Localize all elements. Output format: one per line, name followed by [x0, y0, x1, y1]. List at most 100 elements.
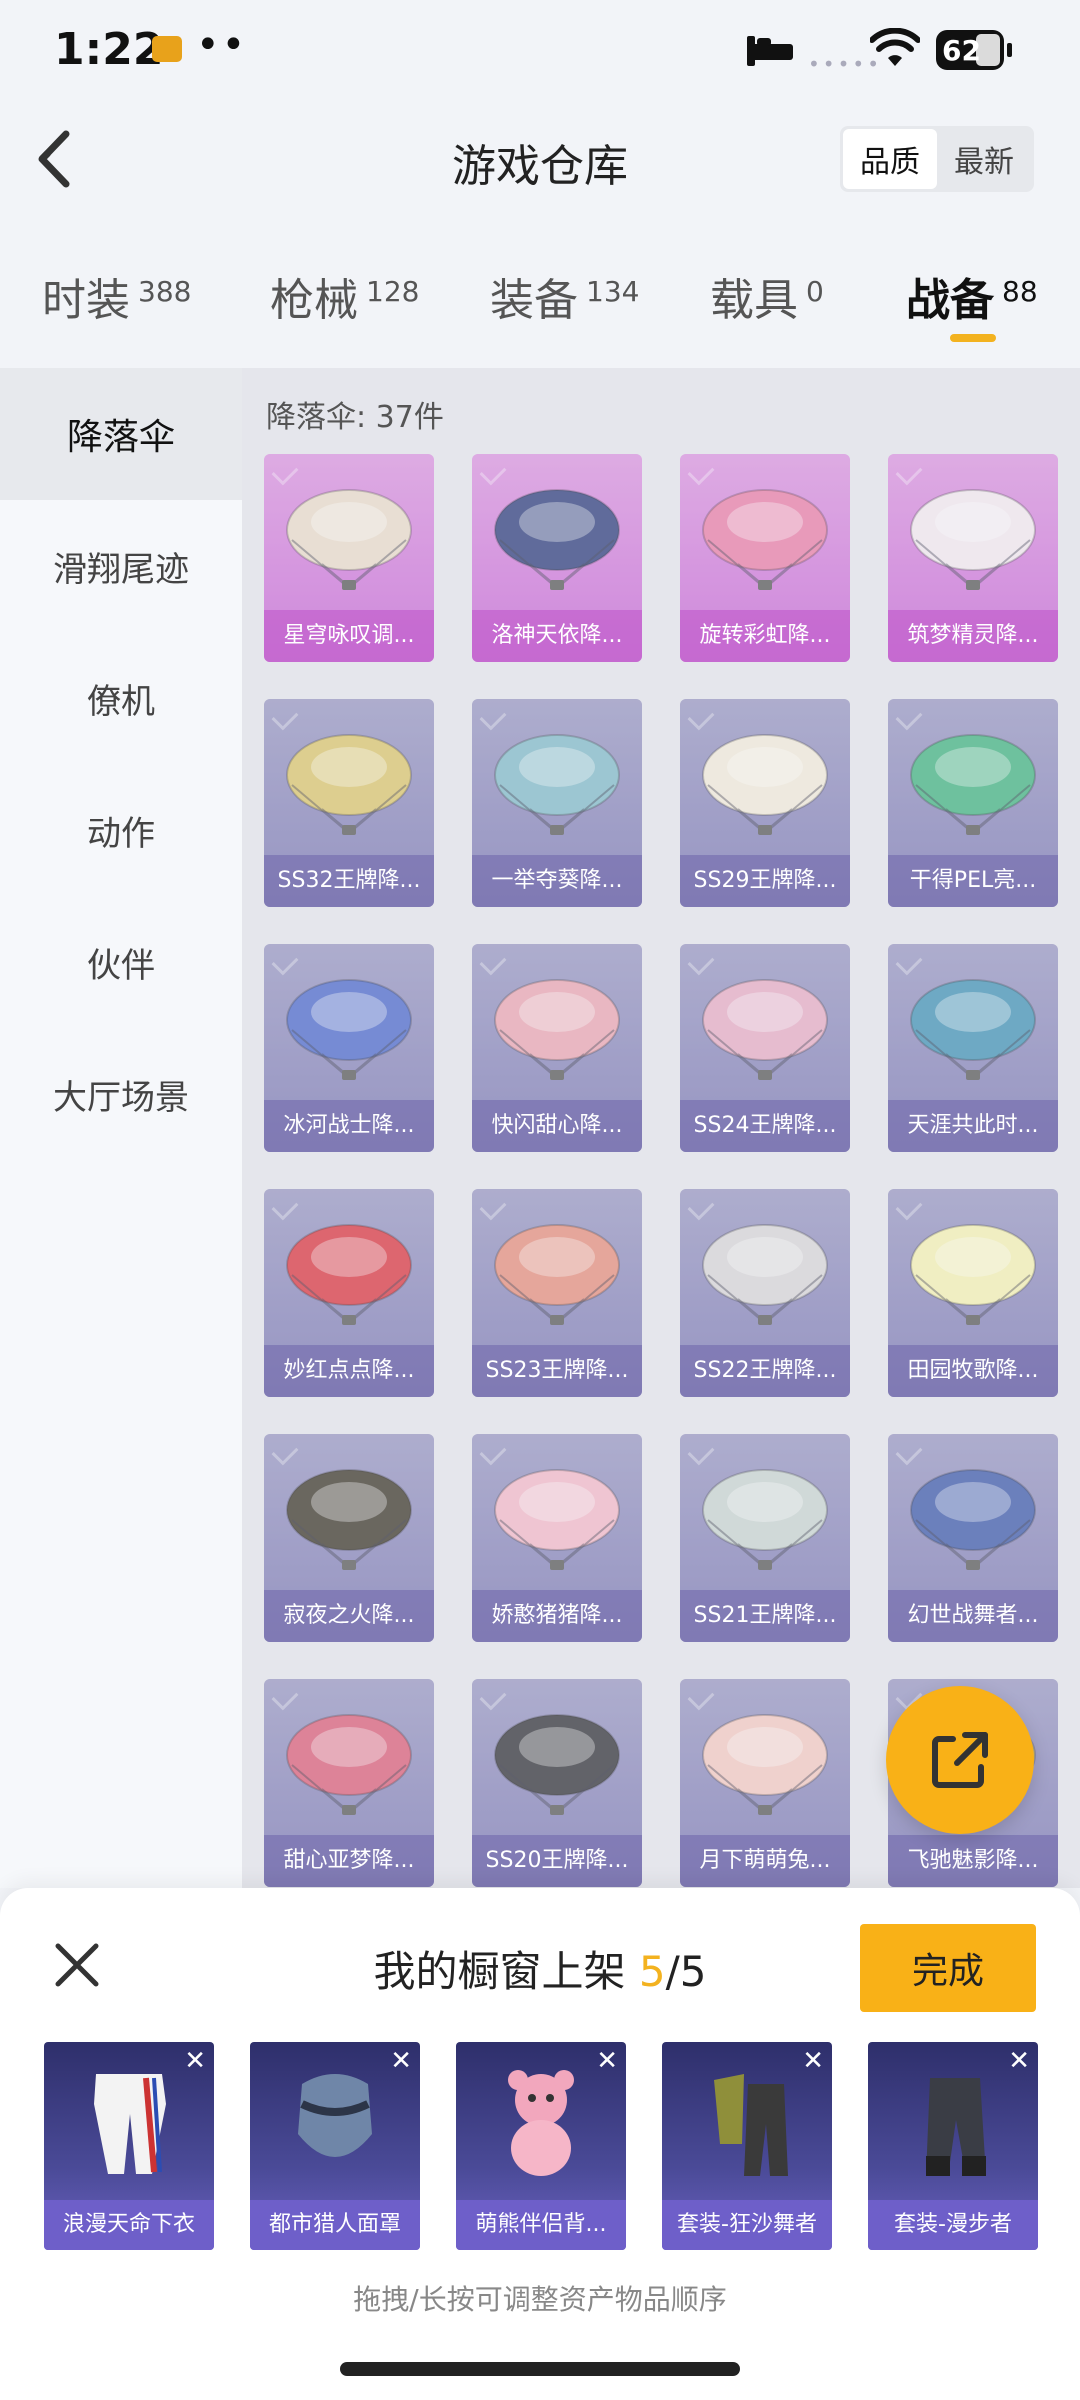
showcase-count-current: 5: [638, 1947, 666, 1996]
mask-icon: [298, 2074, 372, 2157]
parachute-item-card[interactable]: 星穹咏叹调...: [264, 454, 434, 662]
home-indicator[interactable]: [340, 2362, 740, 2376]
item-name: 天涯共此时...: [888, 1100, 1058, 1152]
status-bar: 1:22 •• ••••• 62: [0, 0, 1080, 100]
item-name: 妙红点点降...: [264, 1345, 434, 1397]
sidebar-item-glide-trail[interactable]: 滑翔尾迹: [0, 500, 242, 632]
item-name: SS21王牌降...: [680, 1590, 850, 1642]
tab-combat-gear[interactable]: 战备 88: [906, 264, 1038, 328]
tab-vehicles[interactable]: 载具 0: [710, 264, 824, 328]
item-name: SS24王牌降...: [680, 1100, 850, 1152]
battery-icon: 62: [936, 30, 1012, 70]
parachute-item-card[interactable]: SS29王牌降...: [680, 699, 850, 907]
item-name: SS32王牌降...: [264, 855, 434, 907]
sort-toggle: 品质 最新: [840, 126, 1034, 192]
remove-item-icon[interactable]: ✕: [1008, 2048, 1030, 2074]
parachute-item-card[interactable]: 天涯共此时...: [888, 944, 1058, 1152]
parachute-item-card[interactable]: SS20王牌降...: [472, 1679, 642, 1887]
item-name: SS29王牌降...: [680, 855, 850, 907]
wifi-icon: [870, 28, 920, 66]
bear-backpack-icon: [508, 2070, 574, 2176]
status-more-dots: ••: [196, 22, 248, 68]
share-button[interactable]: [886, 1686, 1034, 1834]
parachute-item-card[interactable]: 洛神天依降...: [472, 454, 642, 662]
remove-item-icon[interactable]: ✕: [802, 2048, 824, 2074]
parachute-item-card[interactable]: 甜心亚梦降...: [264, 1679, 434, 1887]
item-name: 星穹咏叹调...: [264, 610, 434, 662]
parachute-item-card[interactable]: SS22王牌降...: [680, 1189, 850, 1397]
item-name: 一举夺葵降...: [472, 855, 642, 907]
parachute-item-card[interactable]: SS32王牌降...: [264, 699, 434, 907]
item-name: 寂夜之火降...: [264, 1590, 434, 1642]
tab-label: 时装: [42, 275, 130, 326]
item-name: 幻世战舞者...: [888, 1590, 1058, 1642]
showcase-item-card[interactable]: ✕ 套装-狂沙舞者: [662, 2042, 832, 2250]
item-name: 娇憨猪猪降...: [472, 1590, 642, 1642]
item-name: 月下萌萌兔...: [680, 1835, 850, 1887]
item-name: 快闪甜心降...: [472, 1100, 642, 1152]
parachute-item-card[interactable]: 快闪甜心降...: [472, 944, 642, 1152]
parachute-item-card[interactable]: 一举夺葵降...: [472, 699, 642, 907]
remove-item-icon[interactable]: ✕: [390, 2048, 412, 2074]
parachute-item-card[interactable]: 妙红点点降...: [264, 1189, 434, 1397]
category-tabs: 时装 388 枪械 128 装备 134 载具 0 战备 88: [0, 240, 1080, 350]
outfit-icon: [714, 2074, 788, 2176]
item-grid-panel: 降落伞: 37件 星穹咏叹调... 洛神天依降... 旋转彩虹降... 筑梦精灵降..…: [242, 368, 1080, 1888]
tab-equipment[interactable]: 装备 134: [490, 264, 639, 328]
showcase-item-name: 套装-狂沙舞者: [662, 2200, 832, 2250]
parachute-item-card[interactable]: 旋转彩虹降...: [680, 454, 850, 662]
item-count-label: 降落伞: 37件: [266, 400, 444, 435]
sort-newest-button[interactable]: 最新: [937, 129, 1031, 189]
share-icon: [932, 1732, 988, 1788]
subcategory-sidebar: 降落伞 滑翔尾迹 僚机 动作 伙伴 大厅场景: [0, 368, 242, 1888]
remove-item-icon[interactable]: ✕: [184, 2048, 206, 2074]
item-name: 飞驰魅影降...: [888, 1835, 1058, 1887]
showcase-item-card[interactable]: ✕ 都市猎人面罩: [250, 2042, 420, 2250]
showcase-item-card[interactable]: ✕ 萌熊伴侣背...: [456, 2042, 626, 2250]
parachute-item-card[interactable]: 干得PEL亮...: [888, 699, 1058, 907]
battery-level: 62: [942, 33, 981, 67]
parachute-item-card[interactable]: SS21王牌降...: [680, 1434, 850, 1642]
item-name: SS22王牌降...: [680, 1345, 850, 1397]
sidebar-item-wingman[interactable]: 僚机: [0, 632, 242, 764]
item-name: 冰河战士降...: [264, 1100, 434, 1152]
parachute-item-card[interactable]: 寂夜之火降...: [264, 1434, 434, 1642]
item-name: 旋转彩虹降...: [680, 610, 850, 662]
parachute-item-card[interactable]: 月下萌萌兔...: [680, 1679, 850, 1887]
parachute-item-card[interactable]: 幻世战舞者...: [888, 1434, 1058, 1642]
showcase-count-total: /5: [665, 1947, 707, 1996]
parachute-item-card[interactable]: 冰河战士降...: [264, 944, 434, 1152]
showcase-item-name: 萌熊伴侣背...: [456, 2200, 626, 2250]
showcase-item-name: 浪漫天命下衣: [44, 2200, 214, 2250]
tab-label: 枪械: [270, 275, 358, 326]
item-name: SS23王牌降...: [472, 1345, 642, 1397]
tab-guns[interactable]: 枪械 128: [270, 264, 419, 328]
showcase-sheet: 我的橱窗上架 5/5 完成 ✕ 浪漫天命下衣 ✕ 都市猎人面罩 ✕ 萌熊伴侣背... ✕ 套装…: [0, 1888, 1080, 2400]
app-notification-icon: [152, 36, 182, 62]
outfit-icon: [926, 2078, 986, 2176]
tab-count: 388: [138, 275, 192, 308]
parachute-item-card[interactable]: 娇憨猪猪降...: [472, 1434, 642, 1642]
showcase-item-card[interactable]: ✕ 套装-漫步者: [868, 2042, 1038, 2250]
sleep-mode-icon: [747, 36, 793, 66]
parachute-item-card[interactable]: SS24王牌降...: [680, 944, 850, 1152]
item-name: SS20王牌降...: [472, 1835, 642, 1887]
parachute-item-card[interactable]: 筑梦精灵降...: [888, 454, 1058, 662]
done-button[interactable]: 完成: [860, 1924, 1036, 2012]
parachute-item-card[interactable]: 田园牧歌降...: [888, 1189, 1058, 1397]
tab-fashion[interactable]: 时装 388: [42, 264, 191, 328]
tab-count: 88: [1002, 275, 1038, 308]
reorder-hint: 拖拽/长按可调整资产物品顺序: [353, 2283, 727, 2316]
remove-item-icon[interactable]: ✕: [596, 2048, 618, 2074]
showcase-item-name: 都市猎人面罩: [250, 2200, 420, 2250]
sidebar-item-emote[interactable]: 动作: [0, 764, 242, 896]
showcase-item-card[interactable]: ✕ 浪漫天命下衣: [44, 2042, 214, 2250]
pants-icon: [94, 2074, 166, 2174]
sidebar-item-companion[interactable]: 伙伴: [0, 896, 242, 1028]
item-name: 洛神天依降...: [472, 610, 642, 662]
sort-quality-button[interactable]: 品质: [843, 129, 937, 189]
active-tab-indicator: [950, 334, 996, 342]
sidebar-item-lobby-scene[interactable]: 大厅场景: [0, 1028, 242, 1160]
sidebar-item-parachute[interactable]: 降落伞: [0, 368, 242, 500]
parachute-item-card[interactable]: SS23王牌降...: [472, 1189, 642, 1397]
